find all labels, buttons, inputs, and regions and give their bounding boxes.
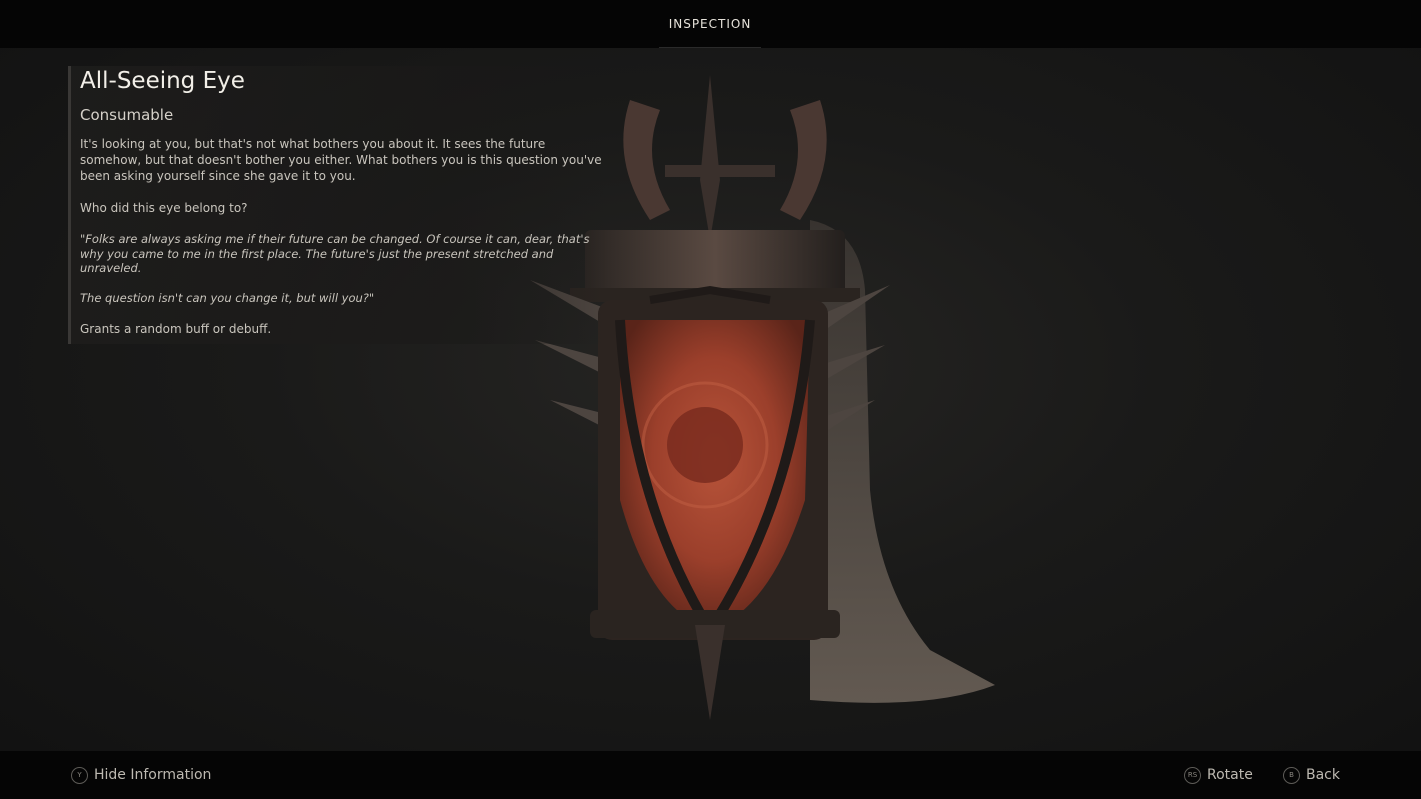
item-question: Who did this eye belong to? [80, 201, 248, 215]
rotate-button[interactable]: RS Rotate [1184, 765, 1253, 785]
item-category: Consumable [80, 106, 174, 124]
top-bar: INSPECTION [0, 0, 1421, 49]
item-quote-2: The question isn't can you change it, bu… [80, 291, 375, 305]
right-stick-icon: RS [1184, 766, 1201, 784]
item-description: It's looking at you, but that's not what… [80, 137, 602, 183]
item-effect: Grants a random buff or debuff. [80, 322, 272, 336]
b-button-icon: B [1283, 766, 1300, 784]
y-button-icon: Y [71, 766, 88, 784]
item-name: All-Seeing Eye [80, 68, 245, 94]
hide-information-button[interactable]: Y Hide Information [71, 765, 211, 785]
back-button[interactable]: B Back [1283, 765, 1340, 785]
rotate-label: Rotate [1207, 767, 1253, 783]
item-info-panel: All-Seeing Eye Consumable It's looking a… [68, 66, 608, 344]
tab-inspection[interactable]: INSPECTION [659, 0, 761, 49]
hide-information-label: Hide Information [94, 767, 212, 783]
item-quote-1: "Folks are always asking me if their fut… [80, 232, 590, 275]
back-label: Back [1306, 767, 1340, 783]
